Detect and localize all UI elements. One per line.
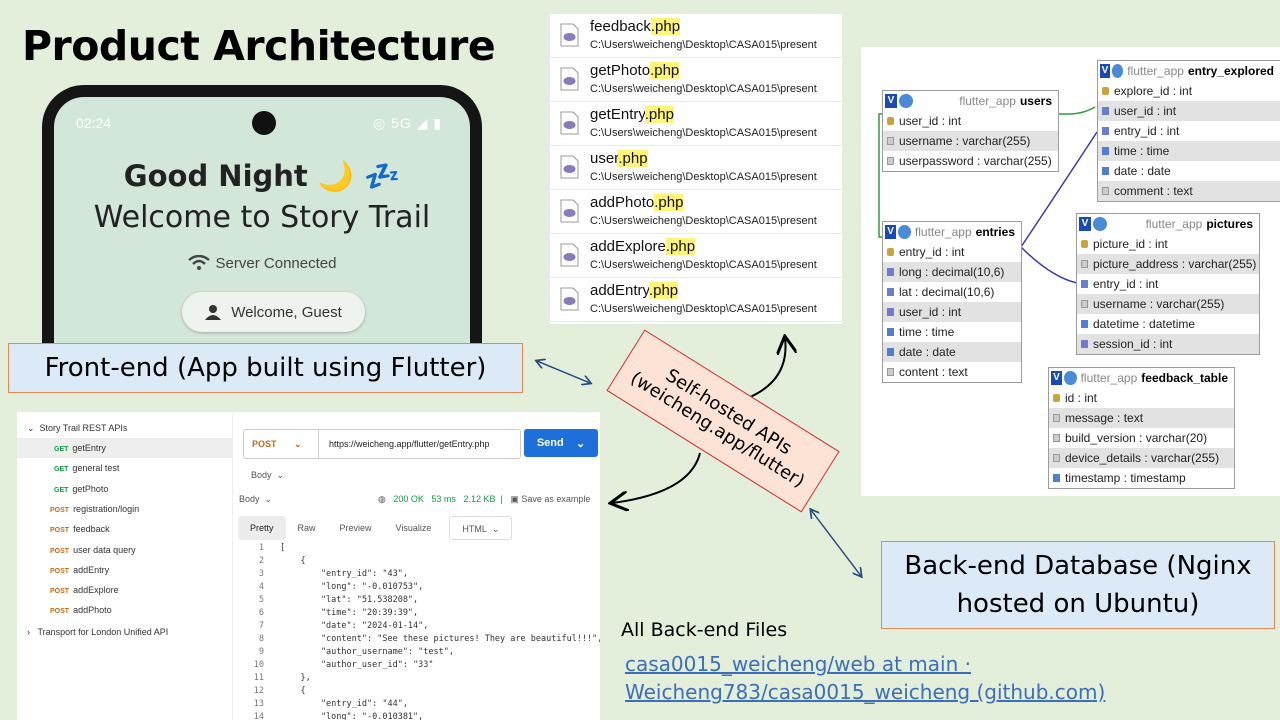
arrow-to-api xyxy=(612,452,701,503)
backend-label-line2: hosted on Ubuntu) xyxy=(956,589,1200,619)
github-link[interactable]: casa0015_weicheng/web at main · Weicheng… xyxy=(625,650,1145,706)
arrow-backend-back xyxy=(811,510,862,577)
backend-label: Back-end Database (Nginx hosted on Ubuntu… xyxy=(881,541,1275,629)
backend-label-line1: Back-end Database (Nginx xyxy=(904,551,1252,581)
arrow-frontend-back xyxy=(536,360,590,383)
arrow-to-files xyxy=(747,338,786,399)
all-files-label: All Back-end Files xyxy=(621,619,788,641)
